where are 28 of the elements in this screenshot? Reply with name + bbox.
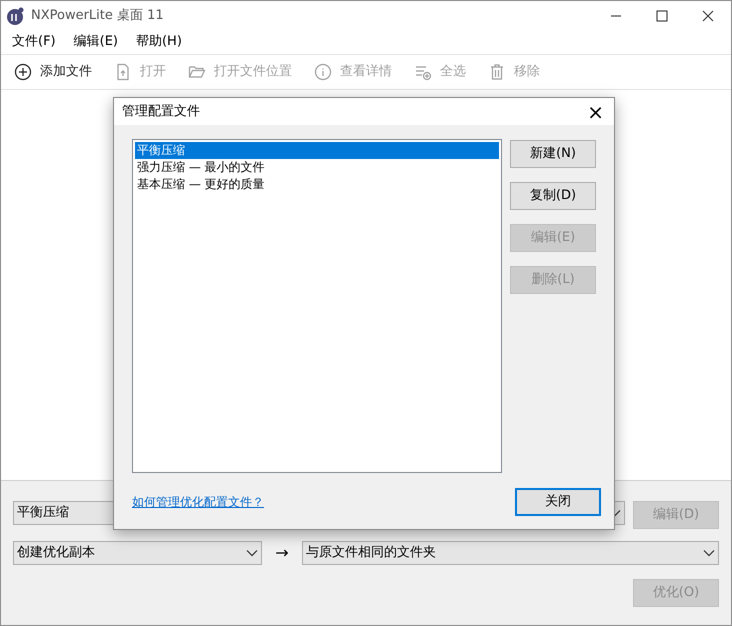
button[interactable]: 新建(N): [510, 140, 596, 168]
close-icon[interactable]: [702, 10, 714, 22]
window-title: NXPowerLite 桌面 11: [31, 6, 164, 25]
trash-icon: [488, 63, 506, 81]
close-dialog-button[interactable]: 关闭: [515, 488, 601, 516]
add-icon: [14, 63, 32, 81]
dropdown-value: 创建优化副本: [17, 544, 95, 562]
chevron-down-icon: [703, 549, 715, 557]
button[interactable]: 复制(D): [510, 182, 596, 210]
menu-item[interactable]: 编辑(E): [74, 32, 118, 52]
menu-item[interactable]: 文件(F): [12, 32, 56, 52]
info-icon: [314, 63, 332, 81]
close-button[interactable]: ×: [587, 102, 604, 122]
toolbar-button[interactable]: 添加文件: [14, 62, 92, 82]
help-link[interactable]: 如何管理优化配置文件？: [132, 493, 264, 511]
maximize-icon[interactable]: [656, 10, 668, 22]
dropdown-value: 平衡压缩: [17, 504, 69, 522]
list-item[interactable]: 平衡压缩: [135, 142, 499, 159]
app-logo-icon: [6, 6, 24, 24]
chevron-down-icon: [246, 549, 258, 557]
action-dropdown[interactable]: 创建优化副本: [13, 541, 262, 565]
list-item[interactable]: 强力压缩 — 最小的文件: [135, 159, 499, 176]
list-item[interactable]: 基本压缩 — 更好的质量: [135, 176, 499, 193]
arrow-symbol: →: [274, 542, 290, 564]
dialog-title: 管理配置文件: [122, 102, 200, 121]
dropdown-value: 与原文件相同的文件夹: [306, 544, 436, 562]
destination-dropdown[interactable]: 与原文件相同的文件夹: [302, 541, 719, 565]
menu-item[interactable]: 帮助(H): [136, 32, 182, 52]
